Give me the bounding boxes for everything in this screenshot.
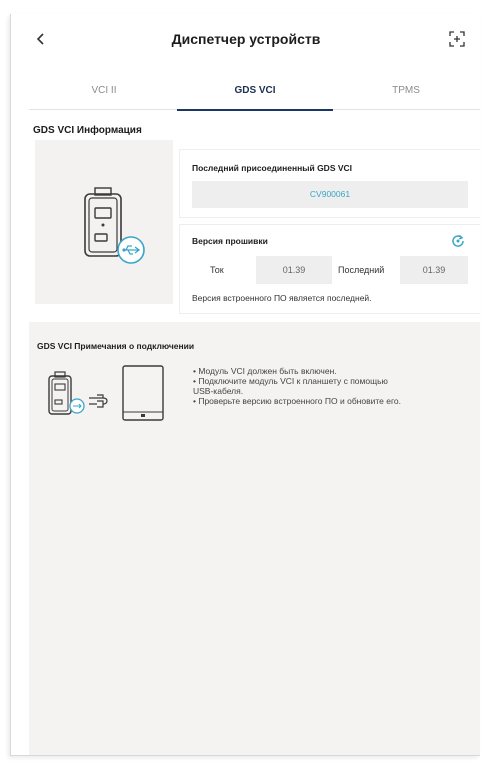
tab-vci-ii[interactable]: VCI II <box>29 76 179 110</box>
note-item: • Модуль VCI должен быть включен. <box>193 366 337 376</box>
device-image-panel <box>35 140 173 304</box>
current-label: Ток <box>210 265 224 275</box>
notes-title: GDS VCI Примечания о подключении <box>37 341 195 351</box>
last-connected-title: Последний присоединенный GDS VCI <box>192 163 353 173</box>
page-title: Диспетчер устройств <box>171 31 321 47</box>
vci-device-icon <box>84 187 145 264</box>
latest-version-value: 01.39 <box>400 256 468 284</box>
note-item: • Проверьте версию встроенного ПО и обно… <box>193 396 401 406</box>
note-item: • Подключите модуль VCI к планшету с пом… <box>193 376 388 386</box>
firmware-status-message: Версия встроенного ПО является последней… <box>192 293 372 303</box>
firmware-card: Версия прошивки Ток 01.39 Последний 01.3… <box>179 224 480 314</box>
serial-number-field: CV900061 <box>192 181 468 208</box>
info-section-title: GDS VCI Информация <box>33 125 142 136</box>
notes-list: • Модуль VCI должен быть включен. • Подк… <box>193 366 463 406</box>
connection-illustration <box>48 365 164 421</box>
firmware-title: Версия прошивки <box>192 236 268 246</box>
tab-bar: VCI II GDS VCI TPMS <box>29 76 480 111</box>
note-item: USB-кабеля. <box>193 386 244 396</box>
scan-frame-icon[interactable] <box>447 29 467 49</box>
tab-gds-vci[interactable]: GDS VCI <box>177 76 333 111</box>
version-row: Ток 01.39 Последний 01.39 <box>192 256 468 284</box>
current-version-value: 01.39 <box>256 256 332 284</box>
latest-label: Последний <box>338 265 385 275</box>
connection-notes-panel: GDS VCI Примечания о подключении • Модул… <box>29 322 480 755</box>
header-bar: Диспетчер устройств <box>11 14 480 64</box>
last-connected-card: Последний присоединенный GDS VCI CV90006… <box>179 149 480 218</box>
app-window: Диспетчер устройств VCI II GDS VCI TPMS … <box>10 14 480 756</box>
tab-tpms[interactable]: TPMS <box>331 76 480 110</box>
refresh-icon[interactable] <box>450 233 466 249</box>
